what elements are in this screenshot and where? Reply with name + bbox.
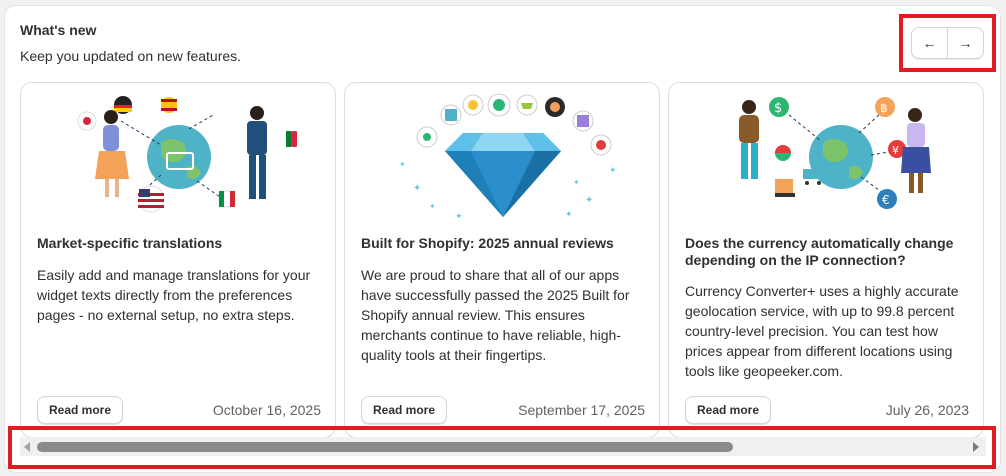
card-title: Built for Shopify: 2025 annual reviews [361, 235, 614, 251]
read-more-button[interactable]: Read more [361, 396, 448, 424]
news-card-currency: $ ฿ ¥ € Does the currency automatically … [668, 82, 984, 438]
svg-text:✦: ✦ [565, 210, 573, 220]
section-subtitle: Keep you updated on new features. [20, 48, 242, 64]
translations-illustration [77, 96, 297, 213]
svg-text:✦: ✦ [429, 202, 436, 211]
svg-text:฿: ฿ [880, 101, 888, 115]
read-more-button[interactable]: Read more [685, 396, 772, 424]
card-date: October 16, 2025 [212, 402, 321, 418]
card-date: July 26, 2023 [885, 402, 969, 418]
svg-text:✦: ✦ [573, 178, 580, 187]
news-card-built-for-shopify: ✦ ✦ ✦ ✦ ✦ ✦ ✦ ✦ Built for Shopify: 2025 … [344, 82, 660, 438]
arrow-left-icon: ← [922, 35, 937, 51]
card-body: We are proud to share that all of our ap… [361, 267, 630, 363]
card-date: September 17, 2025 [518, 402, 645, 418]
card-title: Market-specific translations [37, 235, 223, 251]
card-title: Does the currency automatically change d… [685, 235, 954, 268]
svg-text:✦: ✦ [413, 183, 421, 194]
diamond-illustration: ✦ ✦ ✦ ✦ ✦ ✦ ✦ ✦ [399, 93, 617, 222]
svg-text:✦: ✦ [399, 160, 406, 169]
next-button[interactable]: → [947, 28, 983, 58]
card-body: Currency Converter+ uses a highly accura… [685, 283, 959, 379]
card-body: Easily add and manage translations for y… [37, 267, 311, 323]
svg-text:$: $ [774, 101, 782, 116]
carousel-nav: ← → [911, 27, 984, 59]
read-more-button[interactable]: Read more [37, 396, 124, 424]
svg-text:✦: ✦ [455, 212, 463, 222]
svg-text:✦: ✦ [609, 166, 617, 176]
scrollbar-highlight-box [8, 426, 996, 469]
svg-text:€: € [882, 193, 890, 207]
svg-text:✦: ✦ [585, 195, 593, 206]
news-card-translations: Market-specific translations Easily add … [20, 82, 336, 438]
arrow-right-icon: → [958, 35, 973, 51]
currency-illustration: $ ฿ ¥ € [739, 97, 931, 209]
prev-button[interactable]: ← [912, 28, 947, 58]
svg-text:¥: ¥ [892, 144, 899, 157]
section-title: What's new [20, 22, 97, 38]
